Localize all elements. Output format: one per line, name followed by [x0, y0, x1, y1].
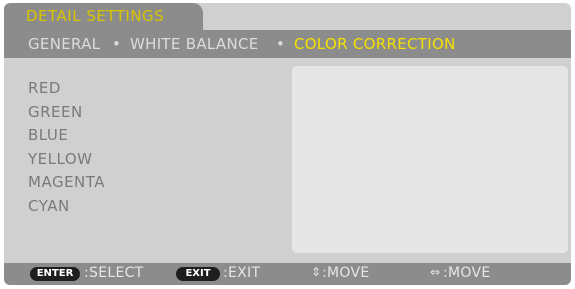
breadcrumb-separator: •: [112, 35, 121, 53]
preview-panel: [292, 66, 568, 253]
title-tab: DETAIL SETTINGS: [4, 3, 203, 30]
breadcrumb-separator: •: [276, 35, 285, 53]
move-vertical-hint: :MOVE: [322, 265, 370, 281]
move-horizontal-hint: :MOVE: [443, 265, 491, 281]
menu-item-green[interactable]: GREEN: [28, 103, 105, 127]
footer-hints: ENTER :SELECT EXIT :EXIT ⇕ :MOVE ⇔ :MOVE: [4, 263, 571, 285]
tab-general[interactable]: GENERAL: [28, 35, 100, 53]
updown-arrow-icon: ⇕: [311, 265, 322, 279]
menu-item-yellow[interactable]: YELLOW: [28, 150, 105, 174]
osd-menu-panel: DETAIL SETTINGS GENERAL • WHITE BALANCE …: [4, 3, 571, 285]
leftright-arrow-icon: ⇔: [430, 265, 441, 279]
menu-item-cyan[interactable]: CYAN: [28, 197, 105, 221]
menu-title: DETAIL SETTINGS: [26, 7, 165, 25]
select-hint: :SELECT: [84, 265, 144, 281]
exit-key-badge: EXIT: [176, 267, 220, 281]
menu-item-blue[interactable]: BLUE: [28, 126, 105, 150]
menu-item-magenta[interactable]: MAGENTA: [28, 173, 105, 197]
color-list: RED GREEN BLUE YELLOW MAGENTA CYAN: [28, 79, 105, 220]
exit-hint: :EXIT: [223, 265, 261, 281]
tab-color-correction[interactable]: COLOR CORRECTION: [294, 35, 456, 53]
menu-item-red[interactable]: RED: [28, 79, 105, 103]
tab-white-balance[interactable]: WHITE BALANCE: [130, 35, 259, 53]
enter-key-badge: ENTER: [30, 267, 80, 281]
breadcrumb: GENERAL • WHITE BALANCE • COLOR CORRECTI…: [4, 30, 571, 58]
